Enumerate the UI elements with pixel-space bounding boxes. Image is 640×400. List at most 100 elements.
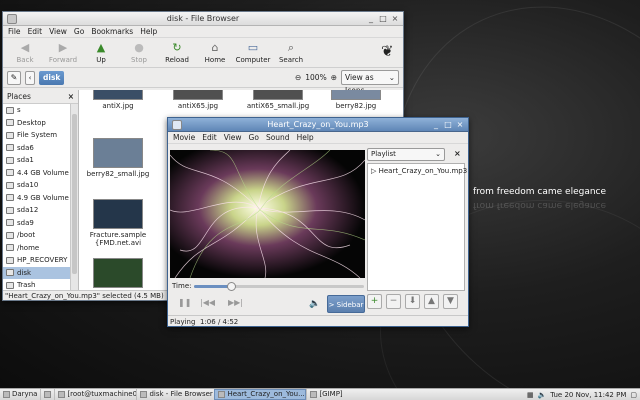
stop-button[interactable]: ● Stop [121, 41, 157, 64]
taskbar-item[interactable]: [GIMP] [306, 389, 350, 400]
sidebar-item[interactable]: sda10 [3, 179, 71, 192]
view-mode-select[interactable]: View as Icons⌄ [341, 70, 399, 95]
clock[interactable]: Tue 20 Nov, 11:42 PM [550, 391, 626, 399]
menu-view[interactable]: View [49, 26, 67, 37]
taskbar-item[interactable]: disk - File Browser [136, 389, 214, 400]
add-icon[interactable]: + [367, 294, 382, 309]
sidebar-item[interactable]: 4.9 GB Volume [3, 192, 71, 205]
taskbar-item[interactable]: [root@tuxmachine0: ... [54, 389, 136, 400]
sidebar-item[interactable]: sda12 [3, 204, 71, 217]
home-button[interactable]: ⌂ Home [197, 41, 233, 64]
sidebar-item[interactable]: sda6 [3, 142, 71, 155]
next-icon[interactable]: ▶▶| [228, 298, 243, 307]
network-icon[interactable]: ▦ [527, 391, 534, 399]
sidebar-item[interactable]: sda9 [3, 217, 71, 230]
forward-button[interactable]: ▶ Forward [45, 41, 81, 64]
sidebar-item[interactable]: HP_RECOVERY [3, 254, 71, 267]
menu-go[interactable]: Go [74, 26, 84, 37]
start-menu-button[interactable]: Daryna [0, 389, 40, 400]
drive-icon [6, 169, 14, 177]
close-sidebar-icon[interactable]: × [454, 149, 461, 158]
reload-button[interactable]: ↻ Reload [159, 41, 195, 64]
up-button[interactable]: ▲ Up [83, 41, 119, 64]
taskbar-item[interactable]: Heart_Crazy_on_You.... [214, 389, 307, 400]
volume-icon[interactable]: 🔈 [538, 391, 547, 399]
breadcrumb-disk[interactable]: disk [39, 70, 65, 85]
close-icon[interactable]: × [390, 14, 400, 24]
sidebar-button[interactable]: > Sidebar [327, 295, 365, 313]
playlist-item[interactable]: ▷ Heart_Crazy_on_You.mp3 [368, 164, 467, 175]
movie-player-titlebar[interactable]: Heart_Crazy_on_You.mp3 _ □ × [168, 118, 468, 132]
menu-go[interactable]: Go [249, 132, 259, 143]
file-item[interactable]: antiX.jpg [79, 90, 157, 110]
movie-player-window: Heart_Crazy_on_You.mp3 _ □ × Movie Edit … [167, 117, 469, 327]
close-icon[interactable]: × [455, 120, 465, 130]
menu-edit[interactable]: Edit [28, 26, 43, 37]
drive-icon [6, 119, 14, 127]
save-icon[interactable]: ⬇ [405, 294, 420, 309]
zoom-out-icon[interactable]: ⊖ [295, 73, 301, 82]
menu-view[interactable]: View [224, 132, 242, 143]
minimize-icon[interactable]: _ [431, 120, 441, 130]
volume-icon[interactable]: 🔈 [309, 299, 320, 309]
places-header[interactable]: Places × [3, 90, 78, 104]
places-scrollbar[interactable] [70, 104, 78, 290]
stop-icon: ● [134, 41, 144, 54]
sidebar-panel-select[interactable]: Playlist ⌄ [367, 148, 445, 161]
seek-handle[interactable] [227, 282, 237, 291]
file-thumbnail [93, 199, 143, 229]
seek-slider[interactable] [194, 282, 364, 291]
close-sidebar-icon[interactable]: × [68, 92, 74, 101]
breadcrumb-left-button[interactable]: ‹ [25, 70, 35, 85]
sidebar-item[interactable]: disk [3, 266, 71, 279]
menu-edit[interactable]: Edit [202, 132, 217, 143]
movie-player-status: Playing 1:06 / 4:52 [168, 315, 468, 326]
sidebar-item[interactable]: Trash [3, 279, 71, 290]
back-button[interactable]: ◀ Back [7, 41, 43, 64]
previous-icon[interactable]: |◀◀ [200, 298, 215, 307]
file-item[interactable]: antiX65_small.jpg [239, 90, 317, 110]
sidebar-item[interactable]: sda1 [3, 154, 71, 167]
sidebar-item[interactable]: Desktop [3, 117, 71, 130]
maximize-icon[interactable]: □ [378, 14, 388, 24]
file-item[interactable]: berry82_small.jpg [79, 138, 157, 178]
menu-movie[interactable]: Movie [173, 132, 195, 143]
show-desktop-button[interactable] [40, 389, 54, 400]
reload-icon: ↻ [172, 41, 182, 54]
sidebar-item-label: sda10 [17, 181, 39, 189]
file-item[interactable]: antiX65.jpg [159, 90, 237, 110]
zoom-in-icon[interactable]: ⊕ [331, 73, 337, 82]
move-down-icon[interactable]: ▼ [443, 294, 458, 309]
minimize-icon[interactable]: _ [366, 14, 376, 24]
menu-help[interactable]: Help [140, 26, 157, 37]
file-item[interactable]: berry82.jpg [317, 90, 395, 110]
file-item[interactable]: Fracture.sample {FMD.net.avi [79, 199, 157, 247]
drive-icon [6, 156, 14, 164]
menu-help[interactable]: Help [297, 132, 314, 143]
pause-icon[interactable]: ❚❚ [178, 298, 191, 307]
computer-button[interactable]: ▭ Computer [235, 41, 271, 64]
video-area[interactable] [170, 150, 365, 278]
file-name: berry82_small.jpg [86, 170, 150, 178]
sidebar-item[interactable]: File System [3, 129, 71, 142]
drive-icon [6, 194, 14, 202]
maximize-icon[interactable]: □ [443, 120, 453, 130]
menu-bookmarks[interactable]: Bookmarks [91, 26, 133, 37]
sidebar-item-label: Desktop [17, 118, 46, 127]
sidebar-item[interactable]: /boot [3, 229, 71, 242]
sidebar-item[interactable]: s [3, 104, 71, 117]
sidebar-item-label: /home [17, 243, 40, 252]
search-button[interactable]: ⌕ Search [273, 41, 309, 64]
move-up-icon[interactable]: ▲ [424, 294, 439, 309]
menu-file[interactable]: File [8, 26, 21, 37]
menu-sound[interactable]: Sound [266, 132, 290, 143]
trash-applet-icon[interactable]: ▢ [630, 391, 637, 399]
file-browser-titlebar[interactable]: disk - File Browser _ □ × [3, 12, 403, 26]
sidebar-item[interactable]: /home [3, 242, 71, 255]
remove-icon[interactable]: − [386, 294, 401, 309]
file-item[interactable]: shrek3.kvcd.sample. [79, 258, 157, 290]
file-thumbnail [93, 138, 143, 168]
scrollbar-thumb[interactable] [72, 114, 77, 274]
sidebar-item[interactable]: 4.4 GB Volume [3, 167, 71, 180]
edit-location-button[interactable]: ✎ [7, 70, 21, 85]
